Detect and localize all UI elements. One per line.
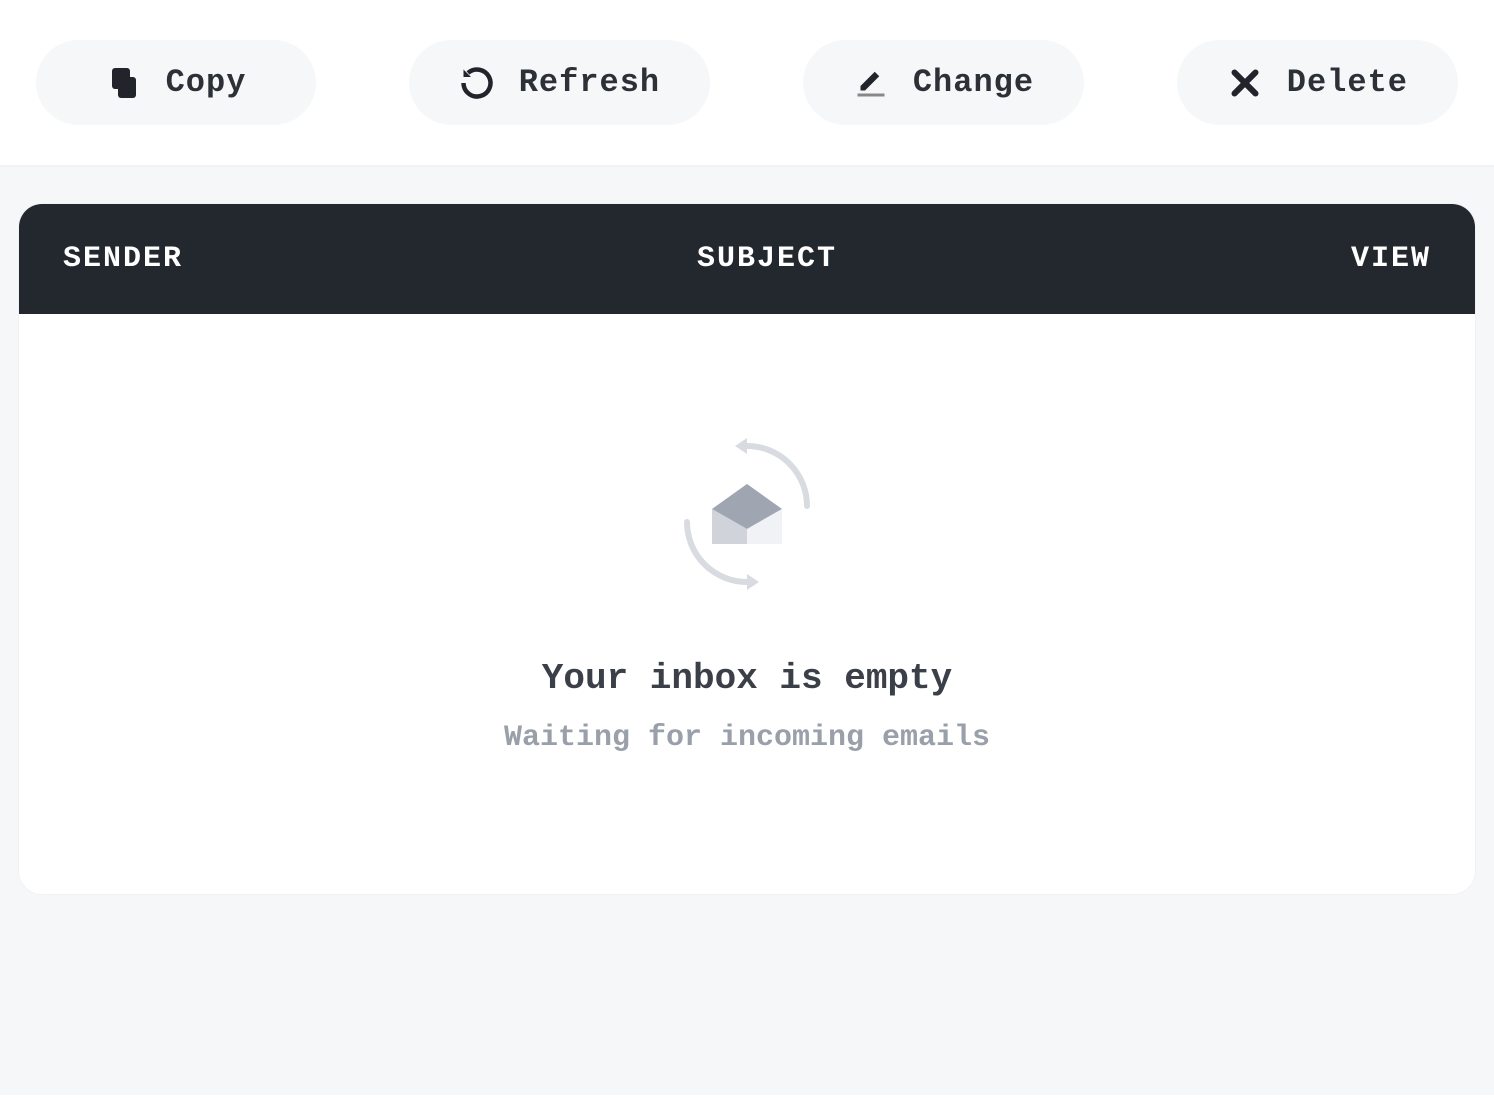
copy-button[interactable]: Copy bbox=[36, 40, 316, 125]
close-icon bbox=[1227, 65, 1263, 101]
copy-button-label: Copy bbox=[166, 64, 247, 101]
column-header-view: VIEW bbox=[1351, 242, 1431, 276]
empty-state-title: Your inbox is empty bbox=[542, 658, 952, 699]
refresh-button[interactable]: Refresh bbox=[409, 40, 710, 125]
column-header-subject: SUBJECT bbox=[183, 242, 1351, 276]
empty-inbox-icon bbox=[667, 434, 827, 594]
edit-icon bbox=[853, 65, 889, 101]
copy-icon bbox=[106, 65, 142, 101]
refresh-icon bbox=[459, 65, 495, 101]
toolbar: Copy Refresh Change Delete bbox=[0, 0, 1494, 167]
inbox-table-header: SENDER SUBJECT VIEW bbox=[19, 204, 1475, 314]
delete-button[interactable]: Delete bbox=[1177, 40, 1458, 125]
change-button[interactable]: Change bbox=[803, 40, 1084, 125]
inbox-card: SENDER SUBJECT VIEW Your inbox is empty … bbox=[18, 203, 1476, 895]
delete-button-label: Delete bbox=[1287, 64, 1408, 101]
content-area: SENDER SUBJECT VIEW Your inbox is empty … bbox=[0, 167, 1494, 1095]
column-header-sender: SENDER bbox=[63, 242, 183, 276]
empty-state: Your inbox is empty Waiting for incoming… bbox=[19, 314, 1475, 755]
refresh-button-label: Refresh bbox=[519, 64, 660, 101]
change-button-label: Change bbox=[913, 64, 1034, 101]
empty-state-subtitle: Waiting for incoming emails bbox=[504, 721, 990, 755]
